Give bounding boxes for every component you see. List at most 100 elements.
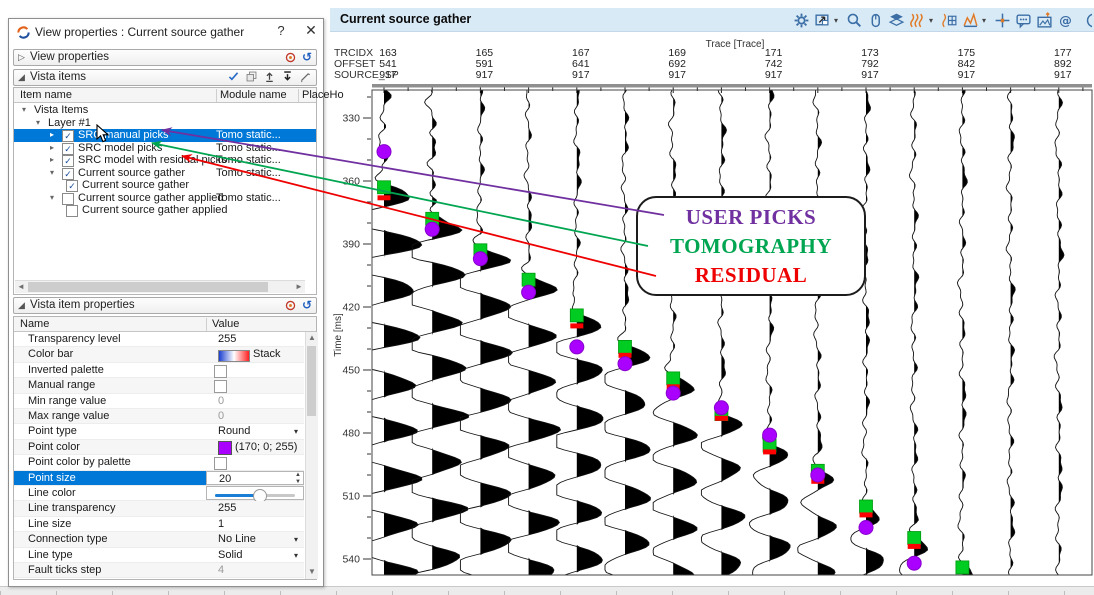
property-row-connection-type[interactable]: Connection typeNo Line▾: [14, 532, 304, 547]
value-checkbox[interactable]: [214, 380, 227, 393]
property-row-transparency-level[interactable]: Transparency level255: [14, 332, 304, 347]
user-pick[interactable]: [907, 556, 921, 570]
user-pick[interactable]: [618, 357, 632, 371]
property-row-point-type[interactable]: Point typeRound▾: [14, 424, 304, 439]
expanded-expander-icon[interactable]: ◢: [18, 300, 25, 311]
user-pick[interactable]: [473, 252, 487, 266]
target-icon[interactable]: [284, 299, 297, 312]
color-swatch[interactable]: [218, 441, 232, 455]
property-row-manual-range[interactable]: Manual range: [14, 378, 304, 393]
reset-undo-icon[interactable]: ↺: [302, 298, 312, 313]
scrollbar-thumb[interactable]: [28, 282, 268, 292]
tree-item-vista-items[interactable]: ▾Vista Items: [14, 104, 316, 117]
download-bar-icon[interactable]: [281, 70, 294, 86]
property-row-line-size[interactable]: Line size1: [14, 517, 304, 532]
target-icon[interactable]: [284, 51, 297, 64]
column-module-name[interactable]: Module name: [220, 89, 287, 101]
collapsed-expander-icon[interactable]: ▸: [50, 142, 54, 155]
column-placeholder[interactable]: PlaceHo: [302, 89, 344, 101]
tomography-pick[interactable]: [619, 340, 632, 353]
user-pick[interactable]: [570, 340, 584, 354]
scroll-right-icon[interactable]: ►: [293, 281, 305, 293]
tomography-pick[interactable]: [667, 372, 680, 385]
item-checkbox[interactable]: ✓: [62, 130, 74, 142]
colorbar-swatch[interactable]: [218, 350, 250, 362]
user-pick[interactable]: [763, 428, 777, 442]
tomography-pick[interactable]: [908, 532, 921, 545]
tree-item-current-source-gather-applied[interactable]: Current source gather applied: [14, 204, 316, 217]
item-checkbox[interactable]: ✓: [62, 155, 74, 167]
item-checkbox[interactable]: [66, 205, 78, 217]
tomography-pick[interactable]: [522, 273, 535, 286]
user-pick[interactable]: [522, 285, 536, 299]
user-pick[interactable]: [425, 222, 439, 236]
item-checkbox[interactable]: ✓: [66, 180, 78, 192]
expanded-expander-icon[interactable]: ▾: [22, 104, 26, 117]
item-checkbox[interactable]: ✓: [62, 143, 74, 155]
property-row-line-color[interactable]: Line color: [14, 486, 304, 501]
tree-item-src-model-picks[interactable]: ▸✓SRC model picksTomo static...: [14, 142, 316, 155]
user-pick[interactable]: [714, 401, 728, 415]
property-row-point-size[interactable]: Point size20▲▼: [14, 471, 304, 486]
view-properties-section-header[interactable]: ▷ View properties ↺: [13, 49, 317, 66]
property-row-color-bar[interactable]: Color barStack: [14, 347, 304, 362]
stylus-icon[interactable]: [299, 70, 312, 86]
tomography-pick[interactable]: [378, 181, 391, 194]
property-row-min-range-value[interactable]: Min range value0: [14, 394, 304, 409]
item-checkbox[interactable]: [62, 193, 74, 205]
copy-icon[interactable]: [245, 70, 258, 86]
scroll-down-icon[interactable]: ▼: [306, 566, 318, 578]
property-row-inverted-palette[interactable]: Inverted palette: [14, 363, 304, 378]
vista-items-section-header[interactable]: ◢ Vista items: [13, 69, 317, 86]
property-row-max-range-value[interactable]: Max range value0: [14, 409, 304, 424]
tree-item-current-source-gather-applied[interactable]: ▾Current source gather appliedTomo stati…: [14, 192, 316, 205]
expanded-expander-icon[interactable]: ▾: [50, 192, 54, 205]
residual-pick[interactable]: [908, 544, 921, 549]
column-item-name[interactable]: Item name: [20, 89, 72, 101]
tomography-pick[interactable]: [860, 500, 873, 513]
residual-pick[interactable]: [570, 323, 583, 328]
upload-icon[interactable]: [263, 70, 276, 86]
collapsed-expander-icon[interactable]: ▸: [50, 154, 54, 167]
tree-item-src-model-with-residual-picks[interactable]: ▸✓SRC model with residual picksTomo stat…: [14, 154, 316, 167]
tomography-pick[interactable]: [570, 309, 583, 322]
dropdown-caret-icon[interactable]: ▾: [294, 532, 298, 547]
residual-pick[interactable]: [715, 416, 728, 421]
column-value[interactable]: Value: [212, 318, 239, 330]
tomography-pick[interactable]: [956, 561, 969, 574]
reset-undo-icon[interactable]: ↺: [302, 50, 312, 65]
dialog-title-bar[interactable]: View properties : Current source gather …: [9, 19, 323, 45]
user-pick[interactable]: [377, 145, 391, 159]
dialog-close-button[interactable]: ✕: [301, 22, 321, 40]
scroll-up-icon[interactable]: ▲: [306, 332, 318, 344]
tree-item-current-source-gather[interactable]: ✓Current source gather: [14, 179, 316, 192]
property-row-line-transparency[interactable]: Line transparency255: [14, 501, 304, 516]
residual-pick[interactable]: [378, 195, 391, 200]
properties-vertical-scrollbar[interactable]: ▲ ▼: [305, 332, 318, 579]
value-checkbox[interactable]: [214, 457, 227, 470]
vista-item-properties-section-header[interactable]: ◢ Vista item properties ↺: [13, 297, 317, 314]
column-name[interactable]: Name: [20, 318, 49, 330]
user-pick[interactable]: [811, 468, 825, 482]
dropdown-caret-icon[interactable]: ▾: [294, 548, 298, 563]
dropdown-caret-icon[interactable]: ▾: [294, 424, 298, 439]
collapsed-expander-icon[interactable]: ▷: [18, 52, 25, 63]
spin-down-icon[interactable]: ▼: [295, 479, 301, 486]
expanded-expander-icon[interactable]: ▾: [50, 167, 54, 180]
expanded-expander-icon[interactable]: ◢: [18, 72, 25, 83]
expanded-expander-icon[interactable]: ▾: [36, 117, 40, 130]
property-row-line-type[interactable]: Line typeSolid▾: [14, 548, 304, 563]
value-checkbox[interactable]: [214, 365, 227, 378]
dialog-help-button[interactable]: ?: [271, 23, 291, 41]
user-pick[interactable]: [859, 521, 873, 535]
tree-item-src-manual-picks[interactable]: ▸✓SRC manual picksTomo static...: [14, 129, 316, 142]
residual-pick[interactable]: [763, 449, 776, 454]
slider-handle[interactable]: [253, 489, 267, 503]
scroll-left-icon[interactable]: ◄: [15, 281, 27, 293]
user-pick[interactable]: [666, 386, 680, 400]
tree-item-layer-1[interactable]: ▾Layer #1: [14, 117, 316, 130]
property-row-fault-ticks-step[interactable]: Fault ticks step4: [14, 563, 304, 578]
spin-up-icon[interactable]: ▲: [295, 472, 301, 479]
tree-horizontal-scrollbar[interactable]: ◄ ►: [15, 280, 305, 293]
tree-item-current-source-gather[interactable]: ▾✓Current source gatherTomo static...: [14, 167, 316, 180]
